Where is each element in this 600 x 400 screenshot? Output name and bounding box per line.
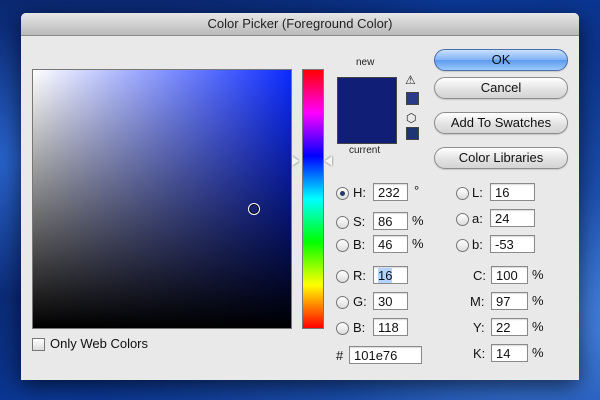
unit-h: ° [414, 183, 420, 198]
new-color-swatch [337, 77, 397, 111]
label-lab-b: b: [472, 237, 483, 252]
radio-s[interactable] [336, 216, 349, 229]
label-b-brightness: B: [353, 237, 366, 252]
input-lab-b[interactable]: -53 [490, 235, 535, 253]
label-b-blue: B: [353, 320, 366, 335]
label-r: R: [353, 268, 366, 283]
input-h[interactable]: 232 [373, 183, 408, 201]
radio-b-blue[interactable] [336, 322, 349, 335]
input-k[interactable]: 14 [491, 344, 528, 362]
label-hex: # [336, 348, 344, 363]
color-picker-dialog: Color Picker (Foreground Color) new curr… [21, 13, 579, 380]
radio-a[interactable] [456, 213, 469, 226]
radio-h[interactable] [336, 187, 349, 200]
window-title: Color Picker (Foreground Color) [207, 16, 393, 31]
unit-s: % [412, 213, 424, 228]
label-a: a: [472, 211, 483, 226]
unit-b-brightness: % [412, 236, 424, 251]
radio-l[interactable] [456, 187, 469, 200]
warning-triangle-icon[interactable]: ⚠ [405, 73, 416, 87]
only-web-colors-checkbox[interactable] [32, 338, 45, 351]
input-hex[interactable]: 101e76 [349, 346, 422, 364]
add-to-swatches-button[interactable]: Add To Swatches [434, 112, 568, 134]
only-web-colors-label[interactable]: Only Web Colors [50, 336, 148, 351]
cancel-button[interactable]: Cancel [434, 77, 568, 99]
hue-slider-handle-left[interactable] [292, 156, 299, 166]
new-label: new [356, 57, 375, 68]
input-c[interactable]: 100 [491, 266, 528, 284]
input-r-value: 16 [378, 268, 393, 283]
label-l: L: [472, 185, 483, 200]
label-c: C: [473, 268, 486, 283]
current-color-swatch[interactable] [337, 110, 397, 144]
color-field[interactable] [32, 69, 292, 329]
unit-y: % [532, 319, 544, 334]
radio-g[interactable] [336, 296, 349, 309]
label-s: S: [353, 214, 366, 229]
current-label: current [349, 145, 381, 156]
input-s[interactable]: 86 [373, 212, 408, 230]
label-k: K: [473, 346, 486, 361]
label-g: G: [353, 294, 367, 309]
unit-c: % [532, 267, 544, 282]
hue-slider[interactable] [302, 69, 324, 329]
input-r[interactable]: 16 [373, 266, 408, 284]
cube-icon[interactable]: ⬡ [406, 111, 416, 125]
hue-slider-handle-right[interactable] [325, 156, 332, 166]
input-a[interactable]: 24 [490, 209, 535, 227]
radio-r[interactable] [336, 270, 349, 283]
unit-m: % [532, 293, 544, 308]
input-l[interactable]: 16 [490, 183, 535, 201]
unit-k: % [532, 345, 544, 360]
label-y: Y: [473, 320, 485, 335]
input-b-blue[interactable]: 118 [373, 318, 408, 336]
color-libraries-button[interactable]: Color Libraries [434, 147, 568, 169]
input-b-brightness[interactable]: 46 [373, 235, 408, 253]
input-y[interactable]: 22 [491, 318, 528, 336]
web-safe-swatch[interactable] [406, 127, 419, 140]
radio-lab-b[interactable] [456, 239, 469, 252]
color-field-marker[interactable] [248, 203, 260, 215]
radio-b-brightness[interactable] [336, 239, 349, 252]
input-m[interactable]: 97 [491, 292, 528, 310]
label-h: H: [353, 185, 366, 200]
title-bar[interactable]: Color Picker (Foreground Color) [21, 13, 579, 36]
out-of-gamut-swatch[interactable] [406, 92, 419, 105]
input-g[interactable]: 30 [373, 292, 408, 310]
label-m: M: [470, 294, 485, 309]
ok-button[interactable]: OK [434, 49, 568, 71]
